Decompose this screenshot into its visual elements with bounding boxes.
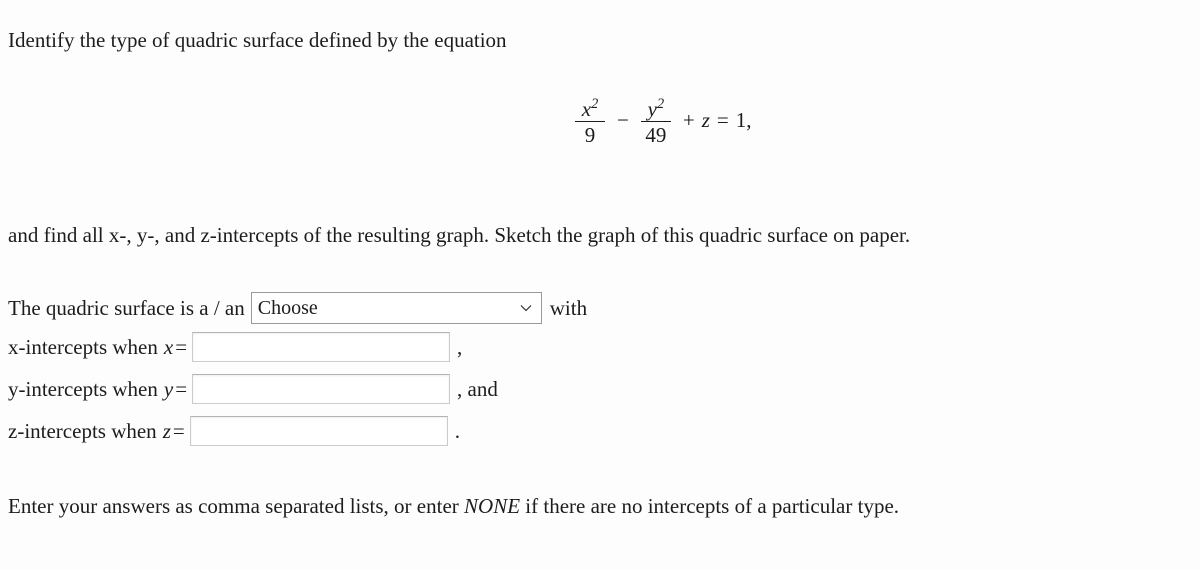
answer-format-note: Enter your answers as comma separated li… bbox=[8, 492, 899, 520]
fraction-x-numerator: x2 bbox=[578, 93, 602, 121]
fraction-y-numerator-exponent: 2 bbox=[656, 96, 665, 112]
surface-type-select[interactable]: Choose bbox=[250, 292, 542, 324]
x-variable-symbol: x bbox=[163, 334, 174, 359]
problem-page: Identify the type of quadric surface def… bbox=[0, 0, 1200, 570]
with-word-label: with bbox=[549, 295, 588, 320]
y-variable-symbol: y bbox=[163, 376, 174, 401]
y-intercepts-label: y-intercepts when bbox=[8, 376, 158, 401]
note-none-keyword: NONE bbox=[464, 494, 521, 518]
fraction-x-numerator-exponent: 2 bbox=[591, 96, 599, 112]
surface-type-select-wrapper: Choose bbox=[250, 292, 542, 324]
z-intercepts-input[interactable] bbox=[189, 416, 448, 446]
equation-equals-sign: = bbox=[716, 107, 729, 132]
note-before-text: Enter your answers as comma separated li… bbox=[8, 494, 465, 518]
y-intercepts-input[interactable] bbox=[192, 374, 451, 404]
equation-term-z: z bbox=[701, 107, 710, 132]
x-equals-sign: = bbox=[175, 334, 188, 359]
x-intercepts-label: x-intercepts when bbox=[8, 334, 158, 359]
equation-operator-minus: − bbox=[617, 107, 629, 132]
y-intercepts-row: y-intercepts when y = , and bbox=[8, 374, 498, 404]
fraction-y-numerator-base: y bbox=[647, 97, 657, 121]
intro-prompt-text: Identify the type of quadric surface def… bbox=[8, 28, 507, 52]
x-intercepts-row: x-intercepts when x = , bbox=[8, 332, 462, 362]
fraction-y-denominator: 49 bbox=[645, 123, 667, 148]
z-intercepts-row: z-intercepts when z = . bbox=[8, 416, 460, 446]
quadric-equation: x2 9 − y2 49 + z = 1 , bbox=[570, 93, 751, 147]
z-row-trailing-punctuation: . bbox=[454, 418, 460, 443]
y-equals-sign: = bbox=[175, 376, 188, 401]
equation-fraction-x: x2 9 bbox=[575, 93, 605, 147]
z-equals-sign: = bbox=[172, 418, 185, 443]
fraction-x-denominator: 9 bbox=[584, 123, 596, 148]
equation-operator-plus: + bbox=[682, 107, 695, 132]
x-intercepts-input[interactable] bbox=[192, 332, 451, 362]
equation-right-side: 1 bbox=[735, 107, 747, 132]
x-row-trailing-punctuation: , bbox=[457, 334, 463, 359]
z-variable-symbol: z bbox=[162, 418, 171, 443]
fraction-y-numerator: y2 bbox=[644, 93, 668, 121]
z-intercepts-label: z-intercepts when bbox=[8, 418, 157, 443]
note-after-text: if there are no intercepts of a particul… bbox=[520, 494, 900, 518]
surface-type-row: The quadric surface is a / an Choose wit… bbox=[8, 292, 587, 324]
surface-type-label: The quadric surface is a / an bbox=[8, 295, 245, 320]
equation-fraction-y: y2 49 bbox=[640, 93, 671, 148]
y-row-trailing-punctuation: , and bbox=[457, 376, 498, 401]
fraction-x-numerator-base: x bbox=[581, 97, 592, 121]
equation-trailing-comma: , bbox=[746, 107, 752, 132]
find-intercepts-text: and find all x-, y-, and z-intercepts of… bbox=[8, 223, 911, 247]
